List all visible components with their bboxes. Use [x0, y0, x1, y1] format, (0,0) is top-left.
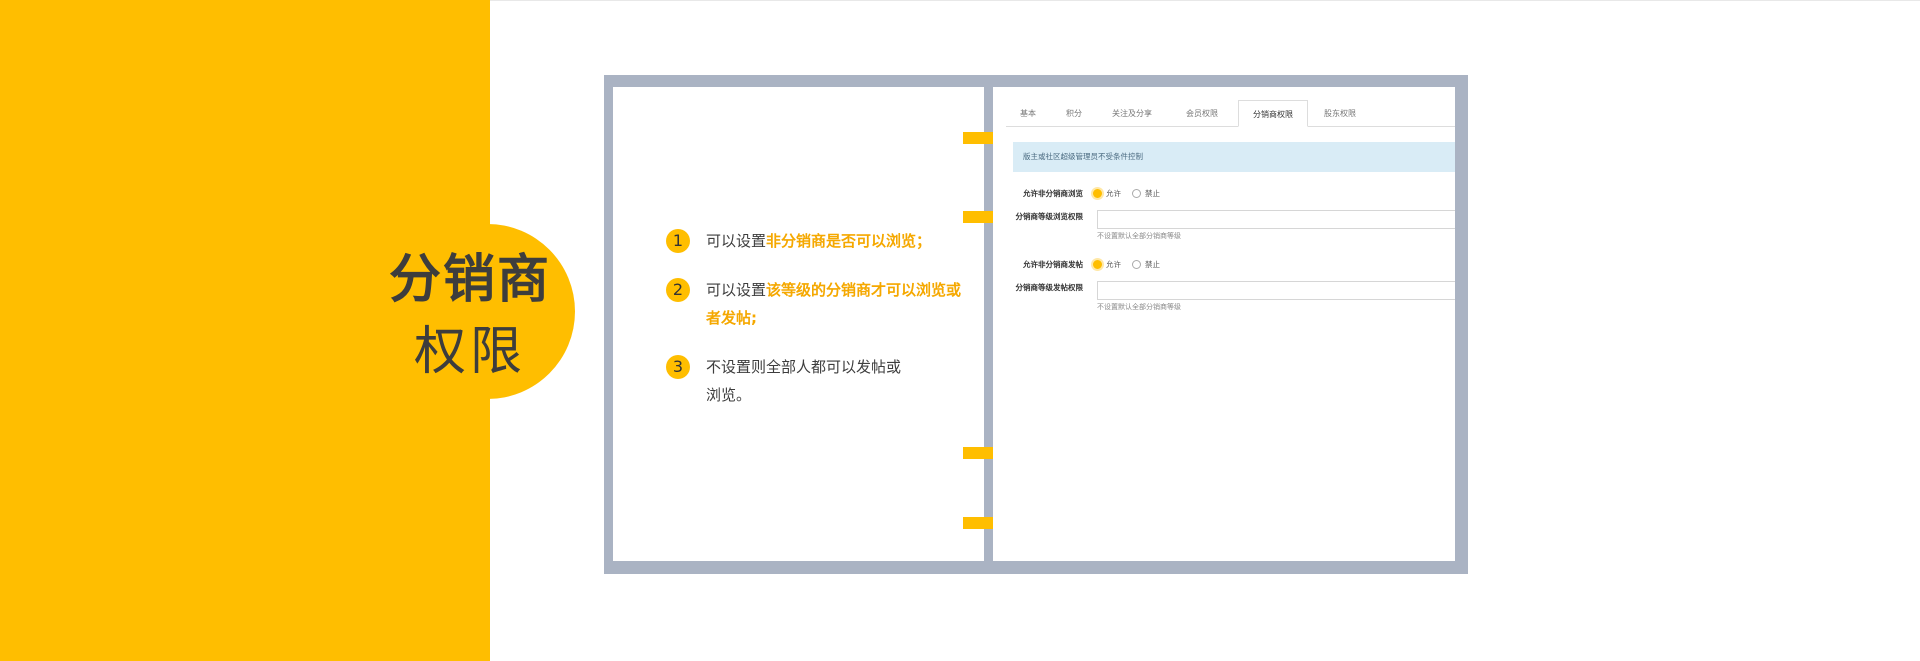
browse-permission-radios: 允许 禁止	[1093, 188, 1183, 202]
browse-permission-label: 允许非分销商浏览	[1023, 189, 1083, 198]
post-permission-label: 允许非分销商发帖	[1023, 260, 1083, 269]
tab-follow-share[interactable]: 关注及分享	[1098, 100, 1166, 126]
note-text: 可以设置	[706, 281, 767, 299]
tab-bar: 基本 积分 关注及分享 会员权限 分销商权限 股东权限	[1006, 100, 1455, 127]
allow-radio[interactable]	[1093, 260, 1102, 269]
note-item-2: 2 可以设置该等级的分销商才可以浏览或者发帖;	[666, 276, 966, 332]
number-badge: 3	[666, 355, 690, 379]
browse-level-hint: 不设置默认全部分销商等级	[1097, 232, 1181, 240]
note-text: 不设置则全部人都可以发帖或浏览。	[706, 358, 902, 404]
deny-radio[interactable]	[1132, 189, 1141, 198]
note-text: 可以设置	[706, 232, 767, 250]
post-level-label: 分销商等级发帖权限	[1015, 283, 1084, 292]
allow-radio[interactable]	[1093, 189, 1102, 198]
tab-shareholder-permissions[interactable]: 股东权限	[1310, 100, 1370, 126]
deny-label: 禁止	[1145, 260, 1160, 269]
section-title: 分销商	[388, 250, 551, 310]
note-highlight: 非分销商是否可以浏览；	[766, 232, 932, 250]
note-item-3: 3 不设置则全部人都可以发帖或浏览。	[666, 353, 906, 409]
tab-distributor-permissions[interactable]: 分销商权限	[1238, 100, 1308, 127]
tab-points[interactable]: 积分	[1052, 100, 1096, 126]
tab-basic[interactable]: 基本	[1006, 100, 1050, 126]
settings-screenshot: 基本 积分 关注及分享 会员权限 分销商权限 股东权限 版主或社区超级管理员不受…	[993, 87, 1455, 561]
number-badge: 1	[666, 229, 690, 253]
note-item-1: 1 可以设置非分销商是否可以浏览；	[666, 227, 946, 255]
post-permission-radios: 允许 禁止	[1093, 259, 1183, 273]
info-notice: 版主或社区超级管理员不受条件控制	[1013, 142, 1455, 172]
post-level-input[interactable]	[1097, 281, 1455, 300]
browse-level-label: 分销商等级浏览权限	[1015, 212, 1084, 221]
allow-label: 允许	[1106, 260, 1121, 269]
post-level-hint: 不设置默认全部分销商等级	[1097, 303, 1181, 311]
deny-label: 禁止	[1145, 189, 1160, 198]
tab-member-permissions[interactable]: 会员权限	[1172, 100, 1232, 126]
browse-level-input[interactable]	[1097, 210, 1455, 229]
number-badge: 2	[666, 278, 690, 302]
deny-radio[interactable]	[1132, 260, 1141, 269]
section-subtitle: 权限	[413, 322, 526, 382]
allow-label: 允许	[1106, 189, 1121, 198]
